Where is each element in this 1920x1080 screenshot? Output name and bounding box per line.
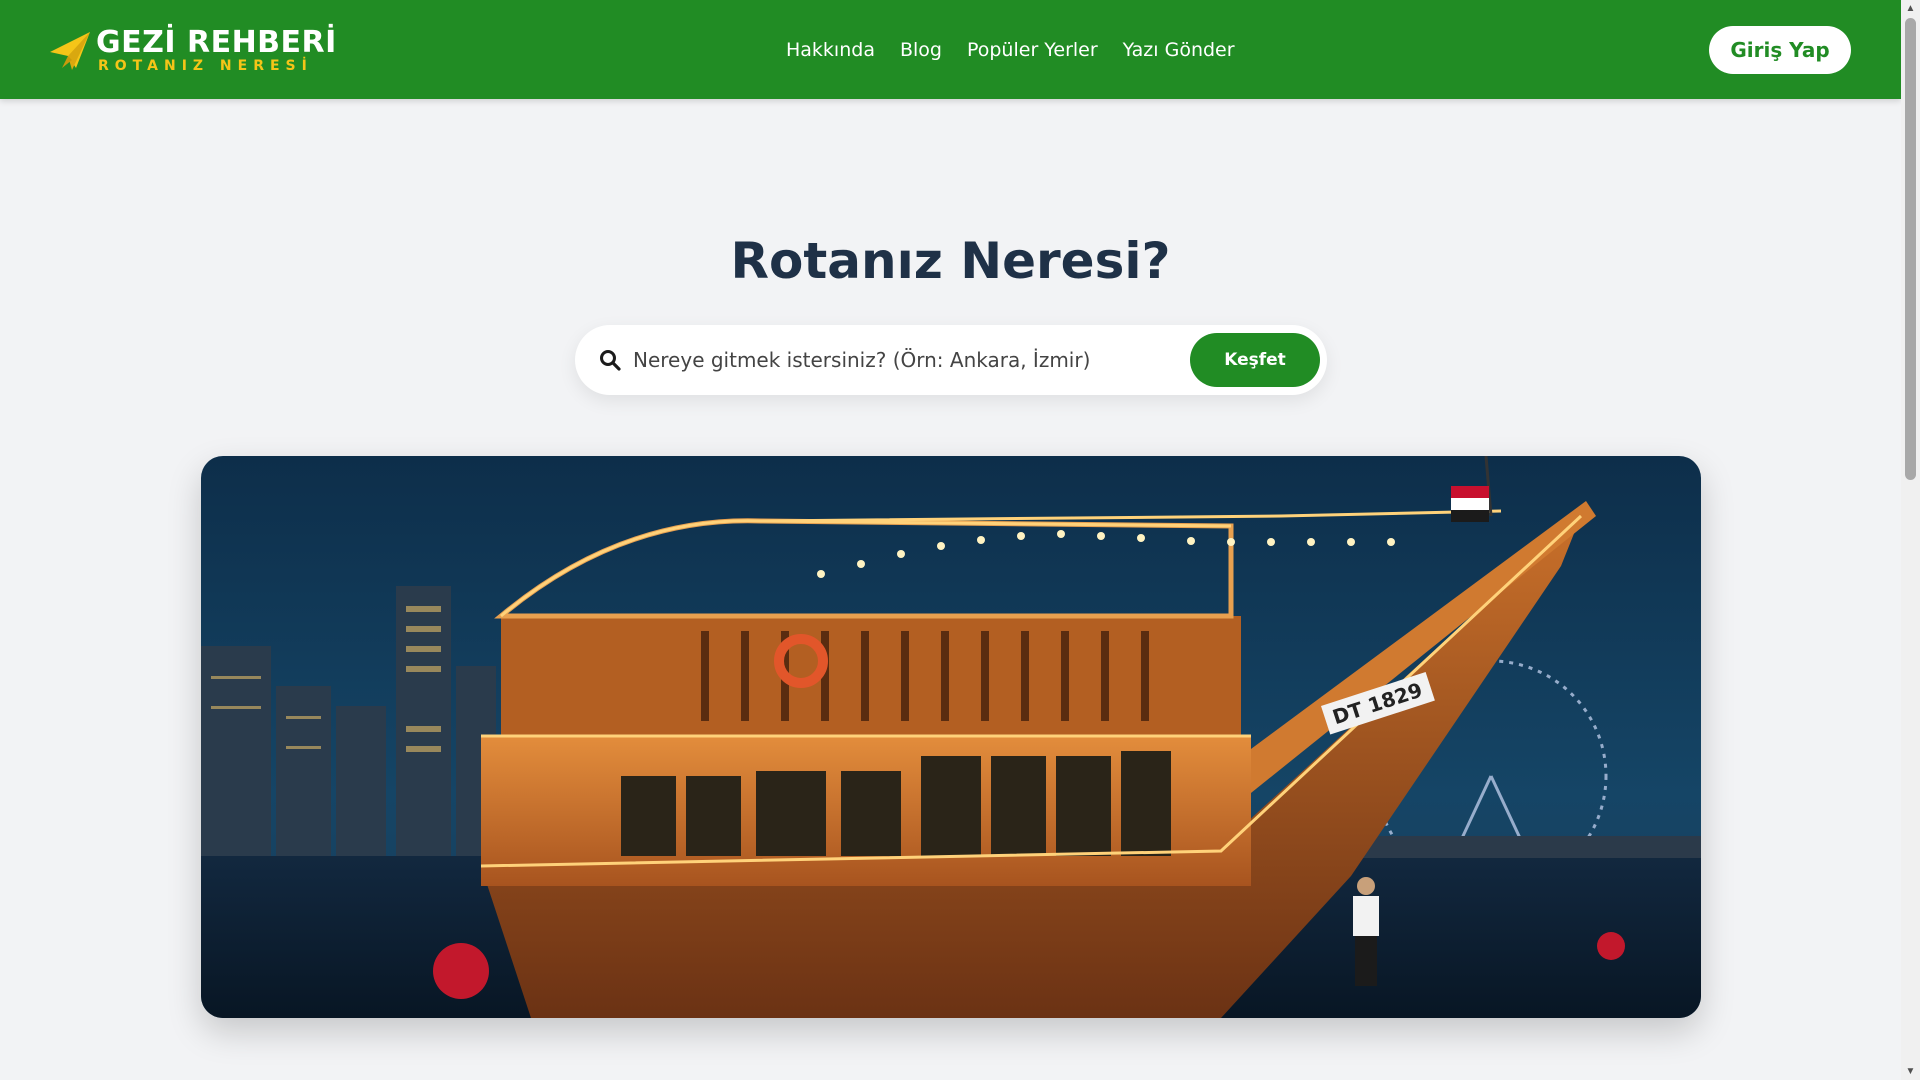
scroll-up-arrow-icon[interactable]: ▲	[1901, 0, 1920, 17]
login-button[interactable]: Giriş Yap	[1709, 26, 1851, 74]
explore-button[interactable]: Keşfet	[1190, 333, 1320, 387]
search-icon	[600, 350, 621, 371]
paper-plane-icon	[50, 32, 90, 70]
scrollbar-thumb[interactable]	[1905, 18, 1916, 480]
scroll-down-arrow-icon[interactable]: ▼	[1901, 1063, 1920, 1080]
nav-link-popular-places[interactable]: Popüler Yerler	[967, 36, 1098, 64]
nav-link-submit-post[interactable]: Yazı Gönder	[1123, 36, 1235, 64]
logo-title: GEZİ REHBERİ	[96, 25, 337, 60]
site-logo[interactable]: GEZİ REHBERİ ROTANIZ NERESİ	[48, 25, 337, 75]
nav-link-blog[interactable]: Blog	[900, 36, 942, 64]
hero-image: DT 1829	[201, 456, 1701, 1018]
search-input[interactable]	[633, 340, 1153, 380]
dhow-boat-photo: DT 1829	[201, 456, 1701, 1018]
logo-text: GEZİ REHBERİ ROTANIZ NERESİ	[96, 25, 337, 74]
vertical-scrollbar[interactable]: ▲ ▼	[1901, 0, 1920, 1080]
logo-subtitle: ROTANIZ NERESİ	[98, 58, 313, 74]
search-bar: Keşfet	[575, 325, 1327, 395]
site-header: GEZİ REHBERİ ROTANIZ NERESİ Hakkında Blo…	[0, 0, 1901, 99]
nav-link-about[interactable]: Hakkında	[786, 36, 875, 64]
main-nav: Hakkında Blog Popüler Yerler Yazı Gönder	[786, 36, 1235, 64]
hero-title: Rotanız Neresi?	[730, 232, 1171, 290]
